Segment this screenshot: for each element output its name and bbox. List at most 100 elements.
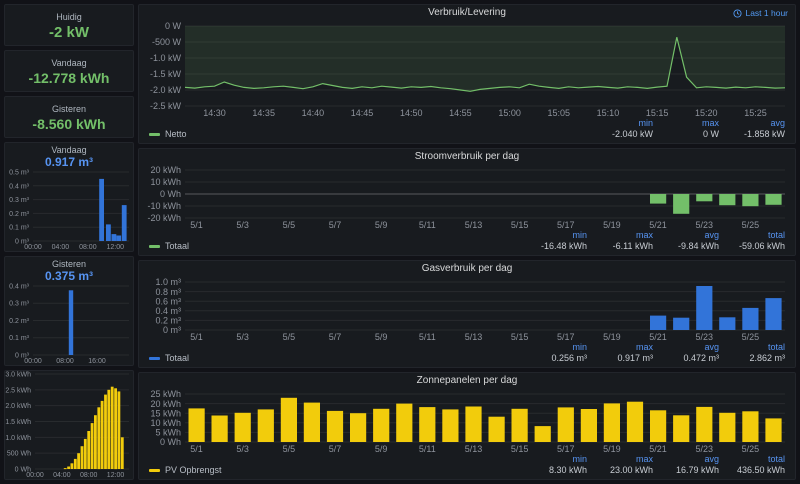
panel-title[interactable]: Zonnepanelen per dag [417, 375, 518, 386]
series-name[interactable]: Totaal [165, 241, 189, 252]
svg-text:14:45: 14:45 [351, 108, 374, 118]
netto-line-chart[interactable]: 0 W -500 W -1.0 kW -1.5 kW -2.0 kW -2.5 kW 14:… [139, 20, 795, 118]
panel-stroomverbruik: Stroomverbruik per dag 20 kWh 10 kWh 0 Wh -… [138, 148, 796, 256]
gisteren-kwh-value: -8.560 kWh [32, 116, 106, 132]
panel-header: Verbruik/Levering Last 1 hour [139, 5, 795, 20]
time-range-control[interactable]: Last 1 hour [733, 8, 788, 18]
zonne-chart[interactable]: 25 kWh 20 kWh 15 kWh 10 kWh 5 kWh 0 Wh 5/1 5/3 5… [139, 388, 795, 454]
gas-gisteren-chart[interactable]: 0.4 m³ 0.3 m³ 0.2 m³ 0.1 m³ 0 m³ 00:00 08:00 16… [5, 283, 133, 365]
svg-text:14:30: 14:30 [203, 108, 226, 118]
svg-text:0.4 m³: 0.4 m³ [9, 283, 30, 290]
svg-text:0.5 m³: 0.5 m³ [9, 169, 30, 176]
left-column: Huidig -2 kW Vandaag -12.778 kWh Gistere… [4, 4, 134, 480]
pv-vandaag-chart[interactable]: 3.0 kWh 2.5 kWh 2.0 kWh 1.5 kWh 1.0 kWh 500 W… [5, 371, 133, 479]
panel-title[interactable]: Verbruik/Levering [428, 7, 506, 18]
svg-text:14:50: 14:50 [400, 108, 423, 118]
time-range-label: Last 1 hour [745, 8, 788, 18]
pv-vandaag-bar-chart[interactable]: 3.0 kWh 2.5 kWh 2.0 kWh 1.5 kWh 1.0 kWh 500 W… [5, 371, 133, 479]
series-swatch [149, 469, 160, 472]
legend-headers: min max avg total [572, 230, 785, 240]
gas-gisteren-title: Gisteren [51, 259, 86, 269]
svg-text:15:00: 15:00 [498, 108, 521, 118]
gas-bar-chart[interactable]: 1.0 m³0.8 m³0.6 m³0.4 m³0.2 m³0 m³ 5/1 5/3… [139, 276, 795, 342]
svg-text:5/15: 5/15 [511, 220, 529, 230]
svg-text:08:00: 08:00 [80, 472, 98, 479]
svg-text:0.1 m³: 0.1 m³ [9, 225, 30, 232]
svg-text:04:00: 04:00 [52, 244, 70, 251]
gas-legend: min max avg total Totaal 0.256 m³ 0.917 … [139, 342, 795, 367]
svg-text:5/5: 5/5 [283, 220, 296, 230]
stroom-bar-chart[interactable]: 20 kWh 10 kWh 0 Wh -10 kWh -20 kWh 5/1 5/3 5/5 5… [139, 164, 795, 230]
gisteren-kwh-title: Gisteren [51, 104, 86, 114]
svg-text:5/3: 5/3 [236, 444, 249, 454]
gas-chart[interactable]: 1.0 m³ 0.8 m³ 0.6 m³ 0.4 m³ 0.2 m³ 0 m³ 5/1 5/3… [139, 276, 795, 342]
svg-text:5/1: 5/1 [190, 332, 203, 342]
svg-text:12:00: 12:00 [107, 244, 125, 251]
svg-text:0.3 m³: 0.3 m³ [9, 197, 30, 204]
svg-text:5/17: 5/17 [557, 444, 575, 454]
svg-text:5/11: 5/11 [419, 220, 436, 230]
series-name[interactable]: PV Opbrengst [165, 465, 222, 476]
svg-text:5/5: 5/5 [283, 444, 296, 454]
stroom-chart[interactable]: 20 kWh 10 kWh 0 Wh -10 kWh -20 kWh 5/1 5/3 5/5 5… [139, 164, 795, 230]
legend-values: 0.256 m³ 0.917 m³ 0.472 m³ 2.862 m³ [551, 353, 785, 363]
svg-text:15:05: 15:05 [548, 108, 571, 118]
svg-text:08:00: 08:00 [56, 358, 74, 365]
huidig-title: Huidig [56, 11, 82, 22]
gas-gisteren-bar-chart[interactable]: 0.4 m³0.3 m³0.2 m³0.1 m³0 m³00:00 08:00 16… [5, 283, 133, 365]
svg-text:5/5: 5/5 [283, 332, 296, 342]
svg-text:04:00: 04:00 [53, 472, 71, 479]
clock-icon [733, 8, 743, 18]
svg-text:5/17: 5/17 [557, 220, 575, 230]
panel-title[interactable]: Stroomverbruik per dag [415, 151, 520, 162]
verbruik-chart[interactable]: 0 W -500 W -1.0 kW -1.5 kW -2.0 kW -2.5 kW 14:… [139, 20, 795, 118]
svg-text:1.5 kWh: 1.5 kWh [5, 419, 31, 426]
vandaag-kwh-title: Vandaag [51, 58, 87, 68]
series-swatch [149, 133, 160, 136]
legend-values: 8.30 kWh 23.00 kWh 16.79 kWh 436.50 kWh [548, 465, 785, 475]
svg-text:2.0 kWh: 2.0 kWh [5, 403, 31, 410]
svg-text:15:10: 15:10 [597, 108, 620, 118]
panel-title[interactable]: Gasverbruik per dag [422, 263, 513, 274]
svg-text:5/11: 5/11 [419, 332, 436, 342]
svg-text:5/25: 5/25 [742, 444, 760, 454]
svg-text:5/7: 5/7 [329, 444, 342, 454]
series-name[interactable]: Netto [165, 129, 187, 140]
svg-text:00:00: 00:00 [26, 472, 44, 479]
svg-text:5/23: 5/23 [695, 332, 713, 342]
gas-vandaag-value: 0.917 m³ [44, 155, 94, 169]
vandaag-kwh-value: -12.778 kWh [28, 70, 110, 86]
svg-text:15:15: 15:15 [646, 108, 669, 118]
right-column: Verbruik/Levering Last 1 hour 0 W -500 W -… [138, 4, 796, 480]
legend-row: Totaal -16.48 kWh -6.11 kWh -9.84 kWh -5… [149, 241, 785, 252]
series-name[interactable]: Totaal [165, 353, 189, 364]
svg-text:-2.5 kW: -2.5 kW [150, 101, 182, 111]
series-swatch [149, 245, 160, 248]
svg-text:1.0 m³: 1.0 m³ [155, 277, 181, 287]
svg-text:25 kWh: 25 kWh [150, 389, 181, 399]
svg-text:0.8 m³: 0.8 m³ [155, 287, 181, 297]
gas-gisteren-value: 0.375 m³ [44, 269, 94, 283]
zonne-bar-chart[interactable]: 25 kWh20 kWh15 kWh10 kWh5 kWh0 Wh 5/1 5/3 5… [139, 388, 795, 454]
svg-text:5/21: 5/21 [649, 220, 667, 230]
svg-text:5/19: 5/19 [603, 220, 621, 230]
gas-vandaag-title: Vandaag [51, 145, 87, 155]
svg-text:5/1: 5/1 [190, 220, 203, 230]
svg-text:5/23: 5/23 [695, 220, 713, 230]
svg-text:5/25: 5/25 [742, 220, 760, 230]
svg-text:5/7: 5/7 [329, 332, 342, 342]
svg-text:5/7: 5/7 [329, 220, 342, 230]
gas-vandaag-chart[interactable]: 0.5 m³ 0.4 m³ 0.3 m³ 0.2 m³ 0.1 m³ 0 m³ 00:00 0… [5, 169, 133, 251]
legend-values: -16.48 kWh -6.11 kWh -9.84 kWh -59.06 kW… [540, 241, 785, 251]
svg-text:14:55: 14:55 [449, 108, 472, 118]
svg-text:0 m³: 0 m³ [163, 325, 181, 335]
zonne-legend: min max avg total PV Opbrengst 8.30 kWh … [139, 454, 795, 479]
panel-gas-vandaag: Vandaag 0.917 m³ 0.5 m³ 0.4 m³ 0.3 m³ 0.2 m… [4, 142, 134, 252]
svg-text:-1.0 kW: -1.0 kW [150, 53, 182, 63]
svg-text:00:00: 00:00 [24, 358, 42, 365]
svg-text:5/17: 5/17 [557, 332, 575, 342]
gas-vandaag-bar-chart[interactable]: 0.5 m³0.4 m³0.3 m³0.2 m³0.1 m³0 m³00:00 0… [5, 169, 133, 251]
series-swatch [149, 357, 160, 360]
svg-text:5/23: 5/23 [695, 444, 713, 454]
svg-text:5/15: 5/15 [511, 332, 529, 342]
